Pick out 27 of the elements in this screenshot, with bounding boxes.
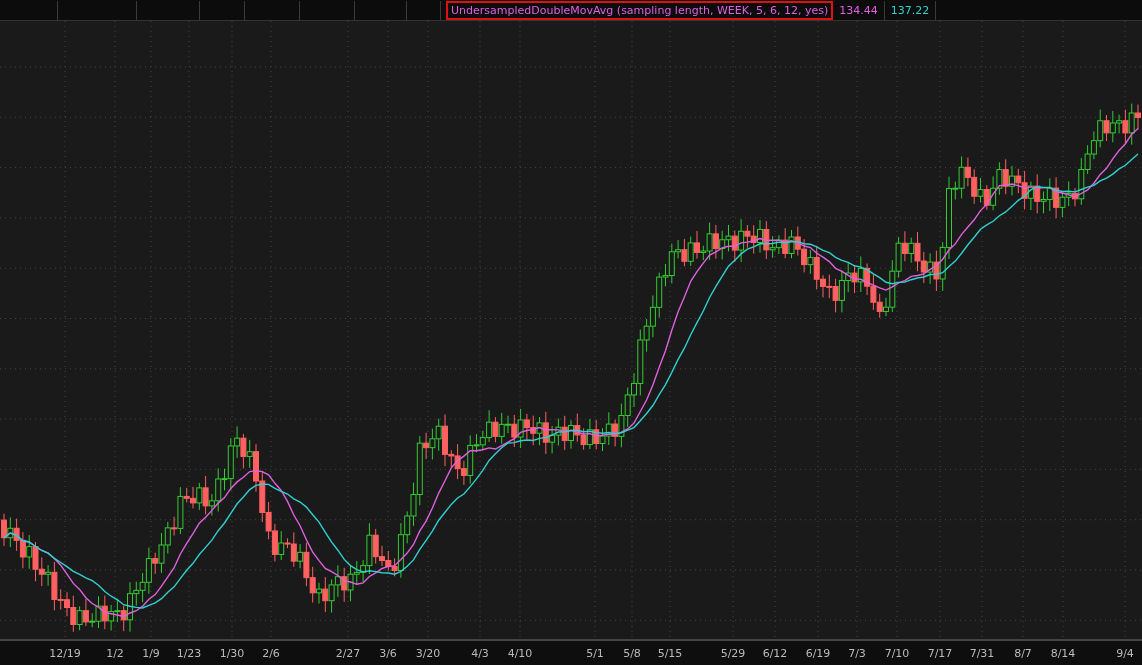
axis-label: 9/4 — [1116, 647, 1134, 660]
axis-label: 12/19 — [49, 647, 81, 660]
axis-label: 4/3 — [471, 647, 489, 660]
axis-label: 7/3 — [848, 647, 866, 660]
axis-label: 3/20 — [415, 647, 441, 660]
axis-label: 3/6 — [379, 647, 397, 660]
axis-label: 2/27 — [335, 647, 361, 660]
axis-label: 2/6 — [262, 647, 280, 660]
axis-label: 1/23 — [176, 647, 202, 660]
axis-label: 1/2 — [106, 647, 124, 660]
axis-label: 4/10 — [507, 647, 533, 660]
study-reading: 134.44 — [833, 0, 885, 20]
axis-label: 1/30 — [219, 647, 245, 660]
axis-label: 6/12 — [762, 647, 788, 660]
study-reading: 137.22 — [884, 0, 937, 20]
axis-label: 7/10 — [884, 647, 910, 660]
axis-label: 6/19 — [805, 647, 831, 660]
axis-label: 8/7 — [1014, 647, 1032, 660]
axis-label: 7/17 — [927, 647, 953, 660]
study-label[interactable]: UndersampledDoubleMovAvg (sampling length, WEEK, 5, 6, 12, yes) — [446, 0, 834, 20]
axis-label: 5/15 — [657, 647, 683, 660]
axis-label: 8/14 — [1050, 647, 1076, 660]
axis-label: 7/31 — [969, 647, 995, 660]
axis-label: 5/8 — [623, 647, 641, 660]
axis-label: 5/1 — [586, 647, 604, 660]
axis-label: 5/29 — [720, 647, 746, 660]
axis-label: 1/9 — [142, 647, 160, 660]
